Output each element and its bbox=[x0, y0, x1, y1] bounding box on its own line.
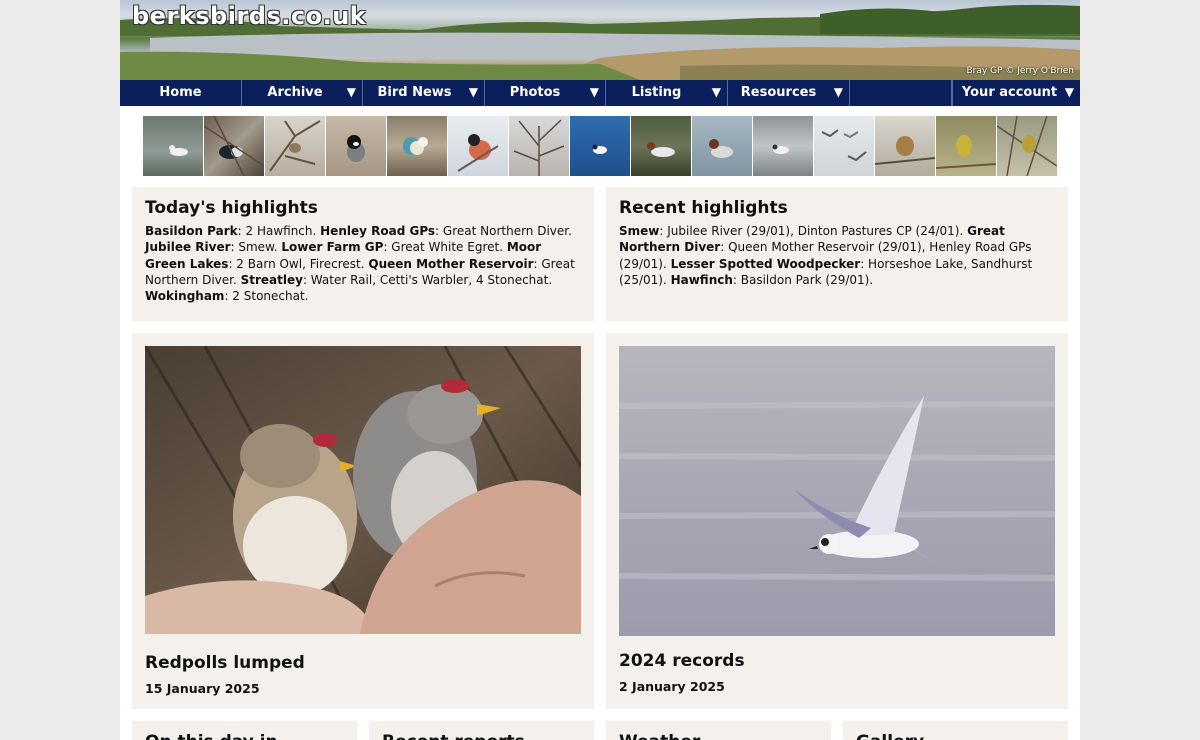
highlight-text: : Great Northern Diver. bbox=[435, 224, 572, 238]
thumbnail-coal-tit[interactable] bbox=[326, 116, 386, 176]
site-logo[interactable]: berksbirds.co.uk bbox=[132, 2, 366, 30]
highlight-text: : Basildon Park (29/01). bbox=[732, 272, 874, 287]
nav-resources[interactable]: Resources ▼ bbox=[728, 80, 850, 106]
on-this-day-panel: On this day in bbox=[132, 721, 357, 740]
page: berksbirds.co.uk Bray GP © Jerry O'Brien… bbox=[120, 0, 1080, 740]
weather-title: Weather bbox=[619, 732, 818, 740]
species-name[interactable]: Hawfinch bbox=[671, 273, 733, 287]
site-name[interactable]: Streatley bbox=[241, 273, 303, 287]
nav-resources-label: Resources bbox=[740, 85, 817, 100]
highlight-text: : Jubilee River (29/01), Dinton Pastures… bbox=[659, 224, 968, 238]
thumbnail-bird-in-bare-tree[interactable] bbox=[509, 116, 569, 176]
chevron-down-icon: ▼ bbox=[346, 85, 356, 99]
thumbnail-bird-in-twigs[interactable] bbox=[265, 116, 325, 176]
species-name[interactable]: Smew bbox=[619, 224, 659, 238]
highlight-text: : 2 Barn Owl, Firecrest. bbox=[228, 256, 369, 271]
nav-archive[interactable]: Archive ▼ bbox=[242, 80, 363, 106]
nav-archive-label: Archive bbox=[267, 85, 323, 100]
chevron-down-icon: ▼ bbox=[1064, 85, 1074, 99]
chevron-down-icon: ▼ bbox=[711, 85, 721, 99]
highlight-text: : Smew. bbox=[230, 240, 282, 255]
nav-listing[interactable]: Listing ▼ bbox=[606, 80, 728, 106]
thumbnail-goosander[interactable] bbox=[631, 116, 691, 176]
highlight-text: : Great White Egret. bbox=[383, 240, 507, 255]
nav-home[interactable]: Home bbox=[120, 80, 242, 106]
highlight-text: : Water Rail, Cetti's Warbler, 4 Stonech… bbox=[302, 272, 553, 287]
recent-reports-title: Recent reports bbox=[382, 732, 581, 740]
recent-highlights-text: Smew: Jubilee River (29/01), Dinton Past… bbox=[619, 223, 1055, 288]
thumbnail-bullfinch[interactable] bbox=[448, 116, 508, 176]
site-name[interactable]: Lower Farm GP bbox=[281, 240, 383, 254]
story-date-2024-records: 2 January 2025 bbox=[619, 679, 725, 694]
story-image-tern[interactable] bbox=[619, 346, 1055, 636]
thumbnail-blue-tit[interactable] bbox=[387, 116, 447, 176]
todays-highlights-title: Today's highlights bbox=[145, 198, 318, 218]
thumbnail-duck-on-blue-water[interactable] bbox=[570, 116, 630, 176]
nav-photos-label: Photos bbox=[509, 85, 561, 100]
highlight-text: : 2 Stonechat. bbox=[224, 289, 309, 304]
site-name[interactable]: Wokingham bbox=[145, 289, 224, 303]
chevron-down-icon: ▼ bbox=[833, 85, 843, 99]
thumbnail-gulls-in-flight[interactable] bbox=[814, 116, 874, 176]
story-date-redpolls: 15 January 2025 bbox=[145, 681, 260, 696]
recent-reports-panel: Recent reports bbox=[369, 721, 594, 740]
thumbnail-yellowhammer[interactable] bbox=[936, 116, 996, 176]
site-banner[interactable]: berksbirds.co.uk Bray GP © Jerry O'Brien bbox=[120, 0, 1080, 80]
chevron-down-icon: ▼ bbox=[589, 85, 599, 99]
nav-bird-news[interactable]: Bird News ▼ bbox=[363, 80, 485, 106]
thumbnail-grebe[interactable] bbox=[753, 116, 813, 176]
site-name[interactable]: Jubilee River bbox=[145, 240, 231, 254]
story-card-redpolls[interactable]: Redpolls lumped 15 January 2025 bbox=[132, 333, 594, 709]
story-card-2024-records[interactable]: 2024 records 2 January 2025 bbox=[606, 333, 1068, 709]
thumbnail-bunting[interactable] bbox=[875, 116, 935, 176]
nav-spacer bbox=[850, 80, 952, 106]
story-title-2024-records[interactable]: 2024 records bbox=[619, 651, 745, 671]
todays-highlights-text: Basildon Park: 2 Hawfinch. Henley Road G… bbox=[145, 223, 581, 304]
recent-highlights-title: Recent highlights bbox=[619, 198, 788, 218]
recent-highlights-panel: Recent highlights Smew: Jubilee River (2… bbox=[606, 187, 1068, 321]
story-title-redpolls[interactable]: Redpolls lumped bbox=[145, 653, 305, 673]
thumbnail-yellowhammer-in-tree[interactable] bbox=[997, 116, 1057, 176]
nav-listing-label: Listing bbox=[631, 85, 682, 100]
on-this-day-title: On this day in bbox=[145, 732, 344, 740]
chevron-down-icon: ▼ bbox=[468, 85, 478, 99]
thumbnail-bird-in-branches[interactable] bbox=[204, 116, 264, 176]
nav-your-account[interactable]: Your account ▼ bbox=[952, 80, 1080, 106]
nav-your-account-label: Your account bbox=[961, 85, 1058, 100]
nav-photos[interactable]: Photos ▼ bbox=[485, 80, 606, 106]
thumbnail-duck-on-lake[interactable] bbox=[692, 116, 752, 176]
highlight-text: : 2 Hawfinch. bbox=[237, 224, 321, 238]
gallery-panel: Gallery bbox=[843, 721, 1068, 740]
banner-credit: Bray GP © Jerry O'Brien bbox=[966, 66, 1075, 76]
site-name[interactable]: Basildon Park bbox=[145, 224, 238, 238]
nav-home-label: Home bbox=[159, 85, 202, 100]
thumbnail-smew-on-water[interactable] bbox=[143, 116, 203, 176]
nav-bird-news-label: Bird News bbox=[377, 85, 452, 100]
main-nav: Home Archive ▼ Bird News ▼ Photos ▼ List… bbox=[120, 80, 1080, 106]
site-name[interactable]: Queen Mother Reservoir bbox=[368, 257, 533, 271]
species-name[interactable]: Lesser Spotted Woodpecker bbox=[671, 257, 861, 271]
story-image-redpolls[interactable] bbox=[145, 346, 581, 634]
gallery-title: Gallery bbox=[856, 732, 1055, 740]
todays-highlights-panel: Today's highlights Basildon Park: 2 Hawf… bbox=[132, 187, 594, 321]
site-name[interactable]: Henley Road GPs bbox=[320, 224, 435, 238]
weather-panel: Weather bbox=[606, 721, 831, 740]
